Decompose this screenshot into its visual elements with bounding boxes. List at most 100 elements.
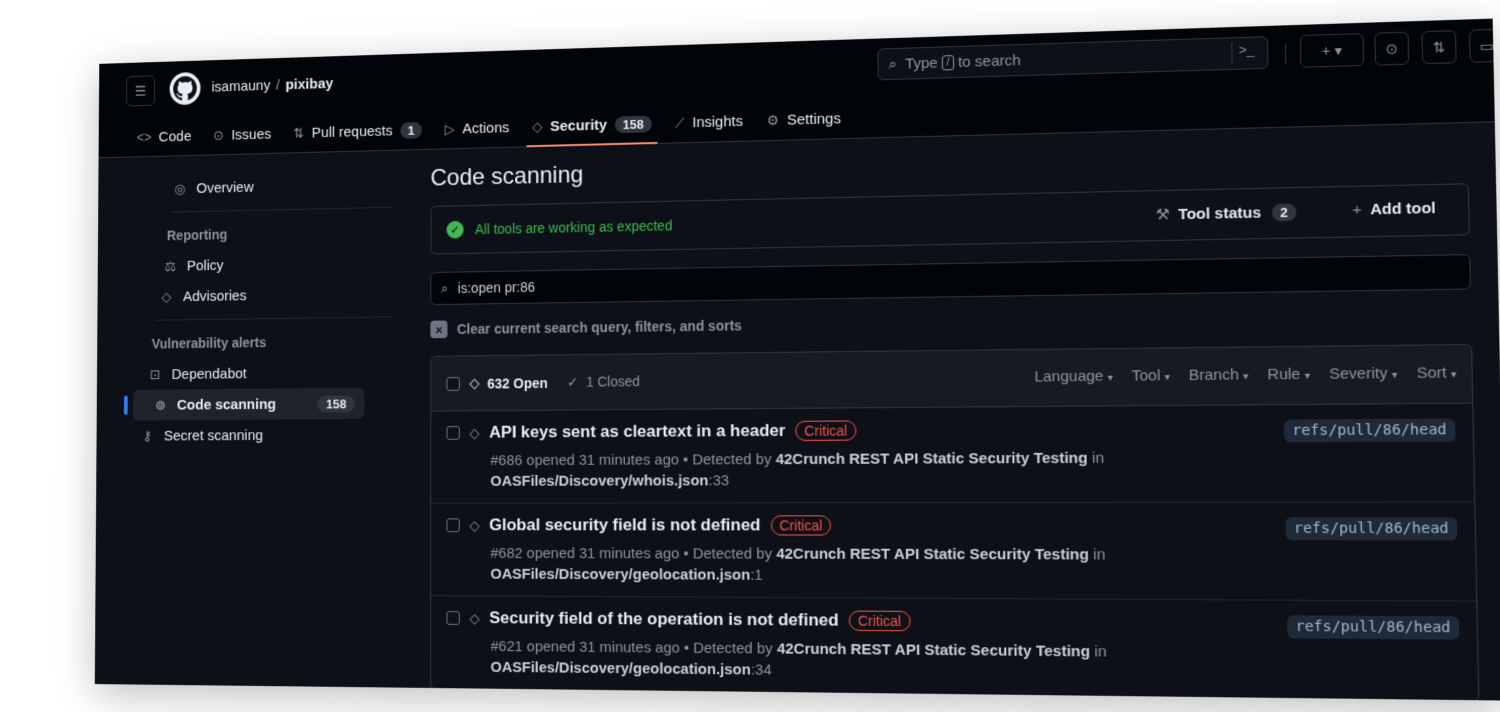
play-icon: ▷ bbox=[444, 120, 455, 137]
caret-down-icon: ▾ bbox=[1243, 371, 1249, 383]
check-icon: ✓ bbox=[567, 373, 579, 390]
tools-icon: ⚒ bbox=[1155, 206, 1170, 224]
tab-settings[interactable]: ⚙ Settings bbox=[755, 97, 853, 141]
tab-label: Settings bbox=[786, 109, 841, 129]
pull-requests-button[interactable]: ⇅ bbox=[1421, 30, 1457, 65]
github-logo[interactable] bbox=[169, 71, 201, 106]
tab-label: Actions bbox=[462, 119, 510, 137]
sidebar-item-label: Dependabot bbox=[171, 365, 247, 383]
app-window: ☰ isamauny / pixibay ⌕ Type / to search >_… bbox=[94, 18, 1500, 701]
filter-language-dropdown[interactable]: Language ▾ bbox=[1034, 367, 1113, 386]
alert-line-number: :33 bbox=[708, 472, 730, 490]
alert-title-link[interactable]: API keys sent as cleartext in a header bbox=[489, 421, 785, 443]
inbox-icon: ▭ bbox=[1479, 36, 1495, 54]
closed-alerts-label: 1 Closed bbox=[586, 373, 640, 390]
hamburger-menu-button[interactable]: ☰ bbox=[125, 75, 156, 107]
global-search-input[interactable]: ⌕ Type / to search >_ bbox=[877, 36, 1269, 81]
alert-title-link[interactable]: Global security field is not defined bbox=[489, 515, 760, 535]
sidebar-divider bbox=[170, 206, 393, 213]
shield-icon: ◇ bbox=[161, 288, 172, 304]
main-content: Code scanning ✓ All tools are working as… bbox=[430, 133, 1480, 701]
alert-title-link[interactable]: Security field of the operation is not d… bbox=[489, 608, 838, 630]
alerts-search-field[interactable]: ⌕ bbox=[430, 254, 1472, 306]
github-mark-icon bbox=[173, 75, 197, 101]
issue-icon: ⊙ bbox=[213, 126, 225, 143]
alert-file-path[interactable]: OASFiles/Discovery/whois.json bbox=[490, 472, 708, 489]
tab-actions[interactable]: ▷ Actions bbox=[433, 107, 520, 150]
sidebar-item-label: Advisories bbox=[182, 287, 247, 305]
sidebar-item-dependabot[interactable]: ⊡ Dependabot bbox=[124, 356, 392, 390]
alert-row[interactable]: ◇ API keys sent as cleartext in a header C… bbox=[431, 403, 1475, 504]
filter-severity-dropdown[interactable]: Severity ▾ bbox=[1329, 365, 1397, 383]
tab-label: Issues bbox=[231, 125, 272, 143]
shield-icon: ◇ bbox=[469, 516, 480, 533]
tab-label: Insights bbox=[692, 112, 744, 131]
caret-down-icon: ▾ bbox=[1304, 370, 1311, 383]
alert-meta: #682 opened 31 minutes ago • Detected by… bbox=[490, 543, 1458, 589]
tab-count-badge: 1 bbox=[400, 121, 423, 139]
tab-label: Code bbox=[158, 127, 192, 145]
alert-checkbox[interactable] bbox=[446, 426, 460, 440]
tool-status-label: Tool status bbox=[1178, 203, 1262, 223]
add-tool-button[interactable]: + Add tool bbox=[1352, 200, 1436, 219]
inbox-button[interactable]: ▭ bbox=[1468, 28, 1500, 63]
alert-row[interactable]: ◇ Global security field is not defined Cri… bbox=[431, 502, 1477, 602]
clear-filters-link[interactable]: × Clear current search query, filters, a… bbox=[430, 304, 1471, 340]
repo-owner-link[interactable]: isamauny bbox=[211, 77, 270, 95]
alert-meta-in: in bbox=[1094, 643, 1107, 661]
issues-button[interactable]: ⊙ bbox=[1374, 31, 1410, 66]
tab-insights[interactable]: ⟋ Insights bbox=[663, 100, 755, 144]
alert-meta-in: in bbox=[1091, 449, 1105, 467]
plus-dropdown-icon: + ▾ bbox=[1321, 41, 1343, 59]
branch-ref-badge[interactable]: refs/pull/86/head bbox=[1286, 615, 1460, 640]
filter-label: Branch bbox=[1188, 366, 1240, 385]
header-divider bbox=[1285, 43, 1287, 65]
tab-code[interactable]: <> Code bbox=[126, 116, 203, 158]
sidebar-item-code-scanning[interactable]: ⊚ Code scanning 158 bbox=[133, 387, 365, 421]
sidebar-item-label: Secret scanning bbox=[163, 426, 263, 444]
filter-label: Language bbox=[1034, 367, 1104, 386]
alerts-search-input[interactable] bbox=[457, 264, 1380, 296]
issue-circle-icon: ⊙ bbox=[1385, 39, 1399, 57]
open-alerts-tab[interactable]: 632 Open bbox=[487, 375, 548, 391]
caret-down-icon: ▾ bbox=[1107, 372, 1113, 384]
alert-file-path[interactable]: OASFiles/Discovery/geolocation.json bbox=[490, 566, 750, 584]
branch-ref-badge[interactable]: refs/pull/86/head bbox=[1283, 418, 1456, 443]
tab-issues[interactable]: ⊙ Issues bbox=[202, 113, 282, 155]
branch-ref-badge[interactable]: refs/pull/86/head bbox=[1285, 517, 1458, 541]
caret-down-icon: ▾ bbox=[1391, 369, 1398, 382]
alert-line-number: :1 bbox=[750, 566, 763, 584]
tab-label: Pull requests bbox=[311, 122, 393, 141]
caret-down-icon: ▾ bbox=[1164, 372, 1170, 384]
sidebar-item-overview[interactable]: ◎ Overview bbox=[125, 168, 392, 205]
search-icon: ⌕ bbox=[440, 279, 449, 296]
alert-file-path[interactable]: OASFiles/Discovery/geolocation.json bbox=[491, 659, 751, 679]
alert-checkbox[interactable] bbox=[446, 611, 460, 625]
key-icon: ⚷ bbox=[142, 427, 153, 443]
alert-row[interactable]: ◇ Security field of the operation is not … bbox=[431, 596, 1478, 700]
search-prefix: Type bbox=[904, 54, 938, 73]
tool-status-button[interactable]: ⚒ Tool status 2 bbox=[1155, 202, 1297, 224]
sidebar-item-advisories[interactable]: ◇ Advisories bbox=[125, 278, 393, 313]
select-all-checkbox[interactable] bbox=[446, 376, 460, 391]
tool-status-count: 2 bbox=[1271, 202, 1297, 221]
create-new-button[interactable]: + ▾ bbox=[1299, 33, 1365, 68]
closed-alerts-tab[interactable]: ✓ 1 Closed bbox=[567, 373, 640, 391]
filter-sort-dropdown[interactable]: Sort ▾ bbox=[1417, 364, 1457, 382]
filter-branch-dropdown[interactable]: Branch ▾ bbox=[1189, 366, 1249, 384]
filter-rule-dropdown[interactable]: Rule ▾ bbox=[1267, 365, 1311, 384]
sidebar-item-policy[interactable]: ⚖ Policy bbox=[125, 246, 393, 282]
tab-label: Security bbox=[550, 116, 608, 135]
tab-pull-requests[interactable]: ⇅ Pull requests 1 bbox=[282, 109, 433, 154]
pull-request-icon: ⇅ bbox=[293, 124, 305, 141]
repo-name-link[interactable]: pixibay bbox=[285, 75, 333, 93]
tab-security[interactable]: ◇ Security 158 bbox=[521, 102, 664, 147]
shield-icon: ◇ bbox=[469, 424, 480, 441]
filter-label: Rule bbox=[1267, 365, 1301, 384]
alert-checkbox[interactable] bbox=[446, 518, 460, 533]
alert-tool-name: 42Crunch REST API Static Security Testin… bbox=[776, 545, 1089, 564]
sidebar-item-secret-scanning[interactable]: ⚷ Secret scanning bbox=[124, 419, 393, 452]
command-palette-icon[interactable]: >_ bbox=[1231, 41, 1259, 65]
filter-tool-dropdown[interactable]: Tool ▾ bbox=[1132, 367, 1170, 385]
alert-tool-name: 42Crunch REST API Static Security Testin… bbox=[776, 640, 1091, 661]
